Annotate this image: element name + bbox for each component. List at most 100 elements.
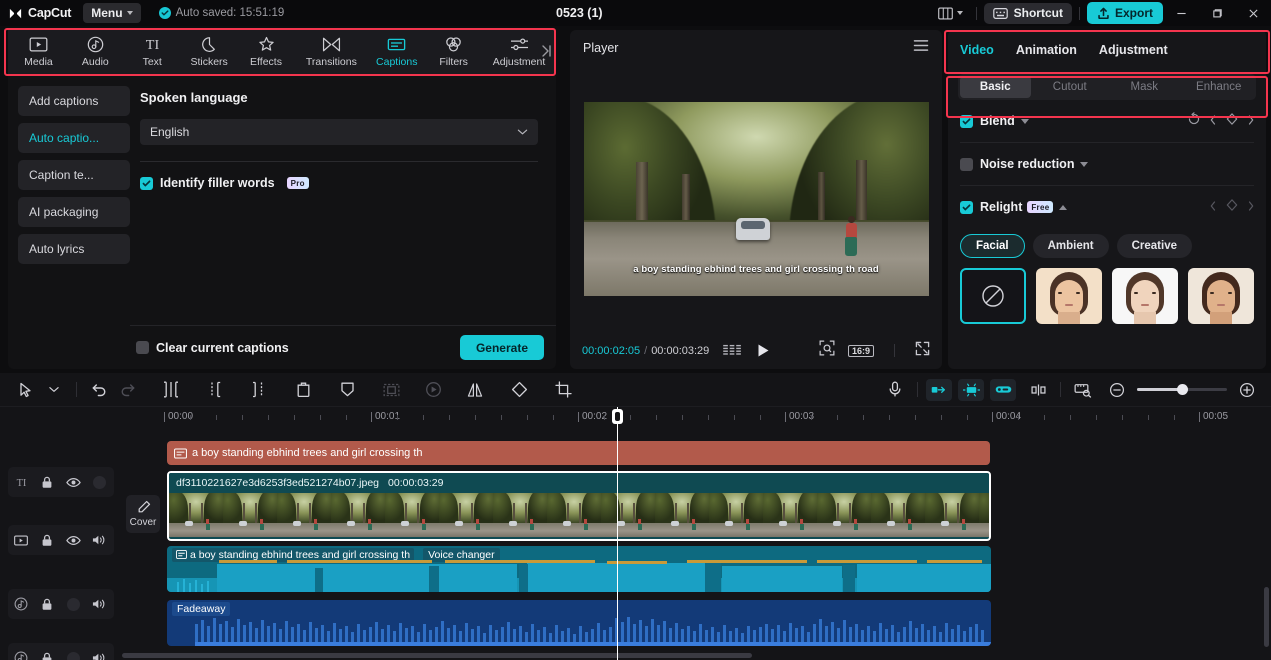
audio-clip-fadeaway[interactable]: Fadeaway (167, 600, 991, 646)
snap-to-start-button[interactable] (926, 378, 952, 401)
menu-button[interactable]: Menu (83, 3, 141, 23)
text-clip[interactable]: a boy standing ebhind trees and girl cro… (167, 441, 990, 465)
mirror-button[interactable] (461, 377, 489, 403)
eye-icon[interactable] (60, 525, 86, 555)
video-clip[interactable]: df3110221627e3d6253f3ed521274b07.jpeg 00… (167, 471, 991, 541)
cursor-tool-button[interactable] (12, 377, 40, 403)
tab-transitions[interactable]: Transitions (294, 31, 368, 73)
relight-preset-none[interactable] (960, 268, 1027, 324)
cursor-tool-dropdown[interactable] (40, 377, 68, 403)
keyframe-next-button[interactable] (1248, 198, 1254, 216)
audio-clip-voice[interactable]: a boy standing ebhind trees and girl cro… (167, 546, 991, 592)
trim-left-button[interactable] (201, 377, 229, 403)
link-clips-button[interactable] (990, 378, 1016, 401)
blend-checkbox[interactable] (960, 114, 973, 128)
shortcut-button[interactable]: Shortcut (983, 2, 1072, 24)
aspect-ratio-button[interactable]: 16:9 (847, 344, 874, 357)
crop-frame-button[interactable] (377, 377, 405, 403)
tab-media[interactable]: Media (10, 31, 67, 73)
undo-button[interactable] (85, 377, 113, 403)
lock-icon[interactable] (34, 467, 60, 497)
chevron-down-icon[interactable] (1080, 161, 1089, 167)
keyframe-add-button[interactable] (1225, 112, 1239, 131)
layout-button[interactable] (932, 7, 969, 20)
subtab-enhance[interactable]: Enhance (1184, 76, 1255, 98)
tab-filters[interactable]: Filters (425, 31, 482, 73)
relight-preset-2[interactable] (1112, 268, 1179, 324)
tab-audio[interactable]: Audio (67, 31, 124, 73)
tab-text[interactable]: TI Text (124, 31, 181, 73)
keyframe-add-button[interactable] (1225, 198, 1239, 217)
timeline-zoom-slider[interactable] (1137, 384, 1227, 395)
freeze-button[interactable] (333, 377, 361, 403)
zoom-slider-knob[interactable] (1177, 384, 1188, 395)
keyframe-prev-button[interactable] (1210, 198, 1216, 216)
pill-creative[interactable]: Creative (1116, 234, 1192, 258)
identify-filler-words-checkbox[interactable] (140, 176, 153, 190)
delete-button[interactable] (289, 377, 317, 403)
generate-button[interactable]: Generate (459, 335, 544, 360)
zoom-out-button[interactable] (1103, 377, 1131, 403)
timeline-horizontal-scrollbar[interactable] (122, 653, 752, 658)
subtab-cutout[interactable]: Cutout (1035, 76, 1106, 98)
zoom-fit-button[interactable] (819, 340, 835, 361)
export-button[interactable]: Export (1086, 2, 1163, 24)
side-item-add-captions[interactable]: Add captions (18, 86, 130, 116)
subtab-mask[interactable]: Mask (1109, 76, 1180, 98)
chevron-up-icon[interactable] (1059, 204, 1068, 210)
noise-reduction-checkbox[interactable] (960, 157, 973, 171)
video-preview[interactable]: a boy standing ebhind trees and girl cro… (583, 102, 929, 296)
redo-button[interactable] (113, 377, 141, 403)
zoom-slider-track[interactable] (1137, 384, 1227, 395)
subtab-basic[interactable]: Basic (960, 76, 1031, 98)
lock-icon[interactable] (34, 643, 60, 660)
preview-ruler-button[interactable] (1069, 377, 1097, 403)
eye-icon[interactable] (60, 467, 86, 497)
tab-stickers[interactable]: Stickers (181, 31, 238, 73)
zoom-in-button[interactable] (1233, 377, 1261, 403)
timeline-vertical-scrollbar[interactable] (1264, 587, 1269, 647)
keyframe-prev-button[interactable] (1210, 112, 1216, 130)
timeline-ruler[interactable]: 00:00 00:01 00:02 00:03 00:04 00:05 (122, 407, 1271, 431)
relight-preset-3[interactable] (1188, 268, 1254, 324)
magnet-snap-button[interactable] (958, 378, 984, 401)
tab-effects[interactable]: Effects (238, 31, 295, 73)
volume-icon[interactable] (86, 589, 112, 619)
reset-button[interactable] (1187, 111, 1201, 131)
clear-current-captions-checkbox[interactable] (136, 341, 149, 354)
identify-filler-words-row[interactable]: Identify filler words Pro (140, 176, 538, 190)
chevron-down-icon[interactable] (1020, 118, 1029, 124)
play-button[interactable] (756, 343, 770, 358)
split-button[interactable] (157, 377, 185, 403)
side-item-ai-packaging[interactable]: AI packaging (18, 197, 130, 227)
collapse-panel-button[interactable] (540, 44, 554, 58)
microphone-button[interactable] (881, 377, 909, 403)
tab-adjustment[interactable]: Adjustment (1099, 43, 1168, 57)
clear-current-captions-row[interactable]: Clear current captions (136, 341, 289, 355)
pill-facial[interactable]: Facial (960, 234, 1025, 258)
reverse-button[interactable] (419, 377, 447, 403)
side-item-auto-lyrics[interactable]: Auto lyrics (18, 234, 130, 264)
minimize-button[interactable] (1163, 0, 1199, 26)
side-item-auto-captions[interactable]: Auto captio... (18, 123, 130, 153)
tab-captions[interactable]: Captions (368, 31, 425, 73)
filmstrip-button[interactable] (723, 344, 742, 357)
close-button[interactable] (1235, 0, 1271, 26)
rotate-button[interactable] (505, 377, 533, 403)
player-menu-button[interactable] (913, 39, 929, 57)
fullscreen-button[interactable] (915, 341, 930, 361)
volume-icon[interactable] (86, 525, 112, 555)
cover-button[interactable]: Cover (126, 495, 160, 533)
keyframe-toggle-button[interactable] (1024, 377, 1052, 403)
side-item-caption-templates[interactable]: Caption te... (18, 160, 130, 190)
keyframe-next-button[interactable] (1248, 112, 1254, 130)
maximize-button[interactable] (1199, 0, 1235, 26)
volume-icon[interactable] (86, 643, 112, 660)
pill-ambient[interactable]: Ambient (1032, 234, 1109, 258)
spoken-language-select[interactable]: English (140, 119, 538, 145)
trim-right-button[interactable] (245, 377, 273, 403)
relight-checkbox[interactable] (960, 200, 973, 214)
crop-button[interactable] (549, 377, 577, 403)
relight-preset-1[interactable] (1036, 268, 1103, 324)
lock-icon[interactable] (34, 589, 60, 619)
